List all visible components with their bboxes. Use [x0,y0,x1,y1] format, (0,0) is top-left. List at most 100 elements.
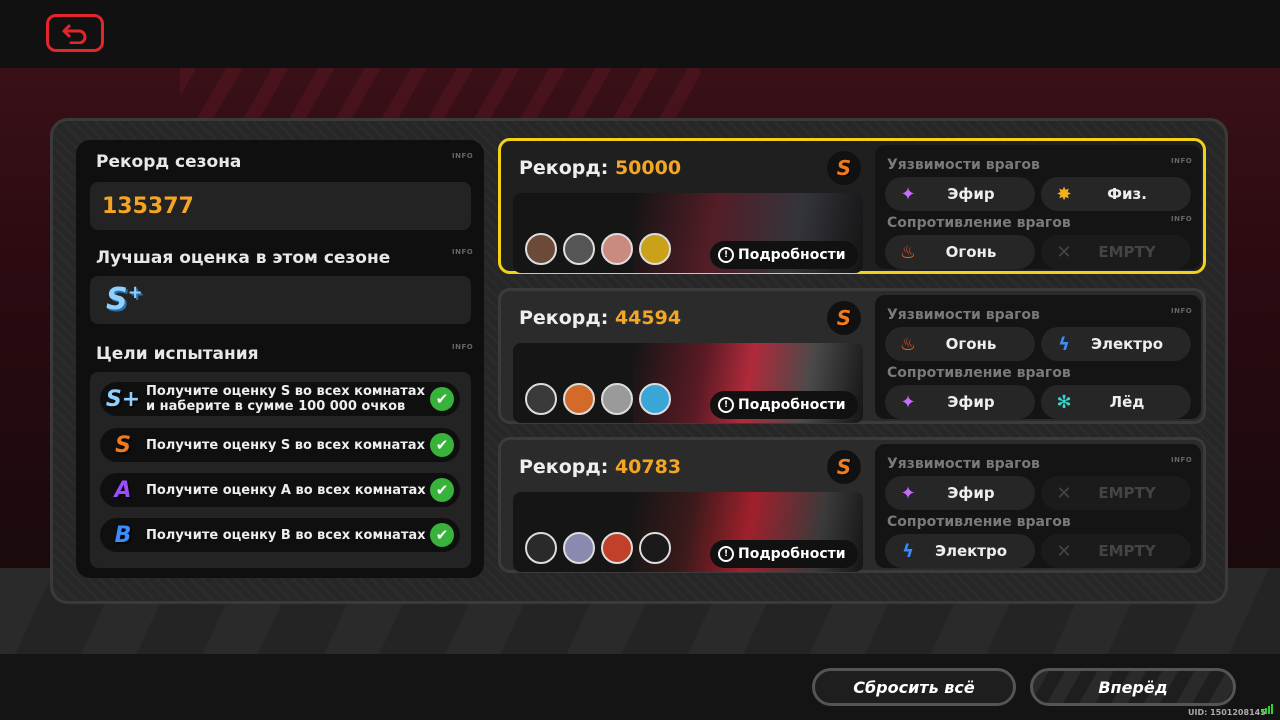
room-card-1[interactable]: Рекорд: 50000 S ! Подробности Уязвимости … [498,138,1206,274]
goal-text: Получите оценку S во всех комнатах [146,437,425,453]
info-label[interactable]: INFO [452,152,473,160]
goal-item: S Получите оценку S во всех комнатах ✔ [100,428,460,462]
info-label[interactable]: INFO [452,343,473,351]
avatar [563,233,595,265]
check-icon: ✔ [430,433,454,457]
alert-icon: ! [718,247,734,263]
uid-label: UID: 1501208145 [1188,708,1266,717]
resistance-pill: ϟ Электро [885,534,1035,568]
room-grade-badge: S [827,450,861,484]
avatar [601,233,633,265]
resistance-label: Сопротивление врагов [887,365,1071,381]
electric-icon: ϟ [902,540,914,562]
resistance-pill: ♨ Огонь [885,235,1035,269]
resistance-label: Сопротивление врагов [887,514,1071,530]
reset-all-button[interactable]: Сбросить всё [812,668,1016,706]
resistance-pill-empty: ✕ EMPTY [1041,235,1191,269]
grade-s-plus-icon: S+ [105,386,141,412]
resistance-pill: ✦ Эфир [885,385,1035,419]
grade-b-icon: B [114,522,132,548]
resistance-label: Сопротивление врагов [887,215,1071,231]
weakness-label: Уязвимости врагов [887,307,1040,323]
ether-icon: ✦ [900,482,916,504]
forward-button[interactable]: Вперёд [1030,668,1236,706]
fire-icon: ♨ [899,333,917,355]
info-label[interactable]: INFO [1171,456,1192,464]
check-icon: ✔ [430,387,454,411]
enemy-info-panel: Уязвимости врагов INFO ✦ Эфир ✕ EMPTY Сопр… [875,444,1201,568]
alert-icon: ! [718,397,734,413]
room-card-2[interactable]: Рекорд: 44594 S ! Подробности Уязвимости … [498,288,1206,424]
goal-text: Получите оценку S во всех комнатах и наб… [146,384,425,414]
check-icon: ✔ [430,523,454,547]
goals-list: S+ Получите оценку S во всех комнатах и … [90,372,471,568]
enemy-info-panel: Уязвимости врагов INFO ✦ Эфир ✸ Физ. Сопро… [875,145,1201,269]
ice-icon: ✻ [1056,391,1072,413]
grade-s-icon: S [115,432,131,458]
weakness-pill: ✦ Эфир [885,177,1035,211]
goals-title: Цели испытания [96,344,259,364]
avatar [563,532,595,564]
avatar [601,383,633,415]
empty-icon: ✕ [1056,482,1072,504]
goal-item: A Получите оценку A во всех комнатах ✔ [100,473,460,507]
back-button[interactable] [46,14,104,52]
info-label[interactable]: INFO [1171,157,1192,165]
weakness-label: Уязвимости врагов [887,157,1040,173]
alert-icon: ! [718,546,734,562]
grade-a-icon: A [114,477,132,503]
weakness-pill-empty: ✕ EMPTY [1041,476,1191,510]
room-grade-badge: S [827,301,861,335]
avatar [639,383,671,415]
avatar [639,532,671,564]
info-label[interactable]: INFO [452,248,473,256]
avatar [525,532,557,564]
avatar [525,233,557,265]
empty-icon: ✕ [1056,241,1072,263]
avatar [601,532,633,564]
back-arrow-icon [62,24,87,44]
top-bar [0,0,1280,68]
weakness-pill: ✸ Физ. [1041,177,1191,211]
best-grade-title: Лучшая оценка в этом сезоне [96,248,391,268]
team-panel: ! Подробности [513,492,863,572]
best-grade-badge: S+ [106,282,143,317]
avatar [525,383,557,415]
resistance-pill: ✻ Лёд [1041,385,1191,419]
fire-icon: ♨ [899,241,917,263]
season-record-value: 135377 [102,194,194,219]
details-button[interactable]: ! Подробности [710,391,858,419]
goal-text: Получите оценку A во всех комнатах [146,482,426,498]
goal-item: B Получите оценку B во всех комнатах ✔ [100,518,460,552]
avatar [639,233,671,265]
weakness-label: Уязвимости врагов [887,456,1040,472]
electric-icon: ϟ [1058,333,1070,355]
details-button[interactable]: ! Подробности [710,241,858,269]
room-grade-badge: S [827,151,861,185]
room-record: Рекорд: 50000 [519,157,682,179]
team-panel: ! Подробности [513,193,863,273]
enemy-info-panel: Уязвимости врагов INFO ♨ Огонь ϟ Электро С… [875,295,1201,419]
ether-icon: ✦ [900,183,916,205]
best-grade-box [90,276,471,324]
details-button[interactable]: ! Подробности [710,540,858,568]
goal-item: S+ Получите оценку S во всех комнатах и … [100,382,460,416]
weakness-pill: ϟ Электро [1041,327,1191,361]
empty-icon: ✕ [1056,540,1072,562]
avatar [563,383,595,415]
resistance-pill-empty: ✕ EMPTY [1041,534,1191,568]
room-card-3[interactable]: Рекорд: 40783 S ! Подробности Уязвимости … [498,437,1206,573]
team-panel: ! Подробности [513,343,863,423]
weakness-pill: ✦ Эфир [885,476,1035,510]
weakness-pill: ♨ Огонь [885,327,1035,361]
check-icon: ✔ [430,478,454,502]
season-record-title: Рекорд сезона [96,152,242,172]
room-record: Рекорд: 40783 [519,456,682,478]
room-record: Рекорд: 44594 [519,307,682,329]
info-label[interactable]: INFO [1171,215,1192,223]
physical-icon: ✸ [1056,183,1072,205]
info-label[interactable]: INFO [1171,307,1192,315]
ether-icon: ✦ [900,391,916,413]
signal-icon [1262,704,1273,714]
goal-text: Получите оценку B во всех комнатах [146,527,426,543]
